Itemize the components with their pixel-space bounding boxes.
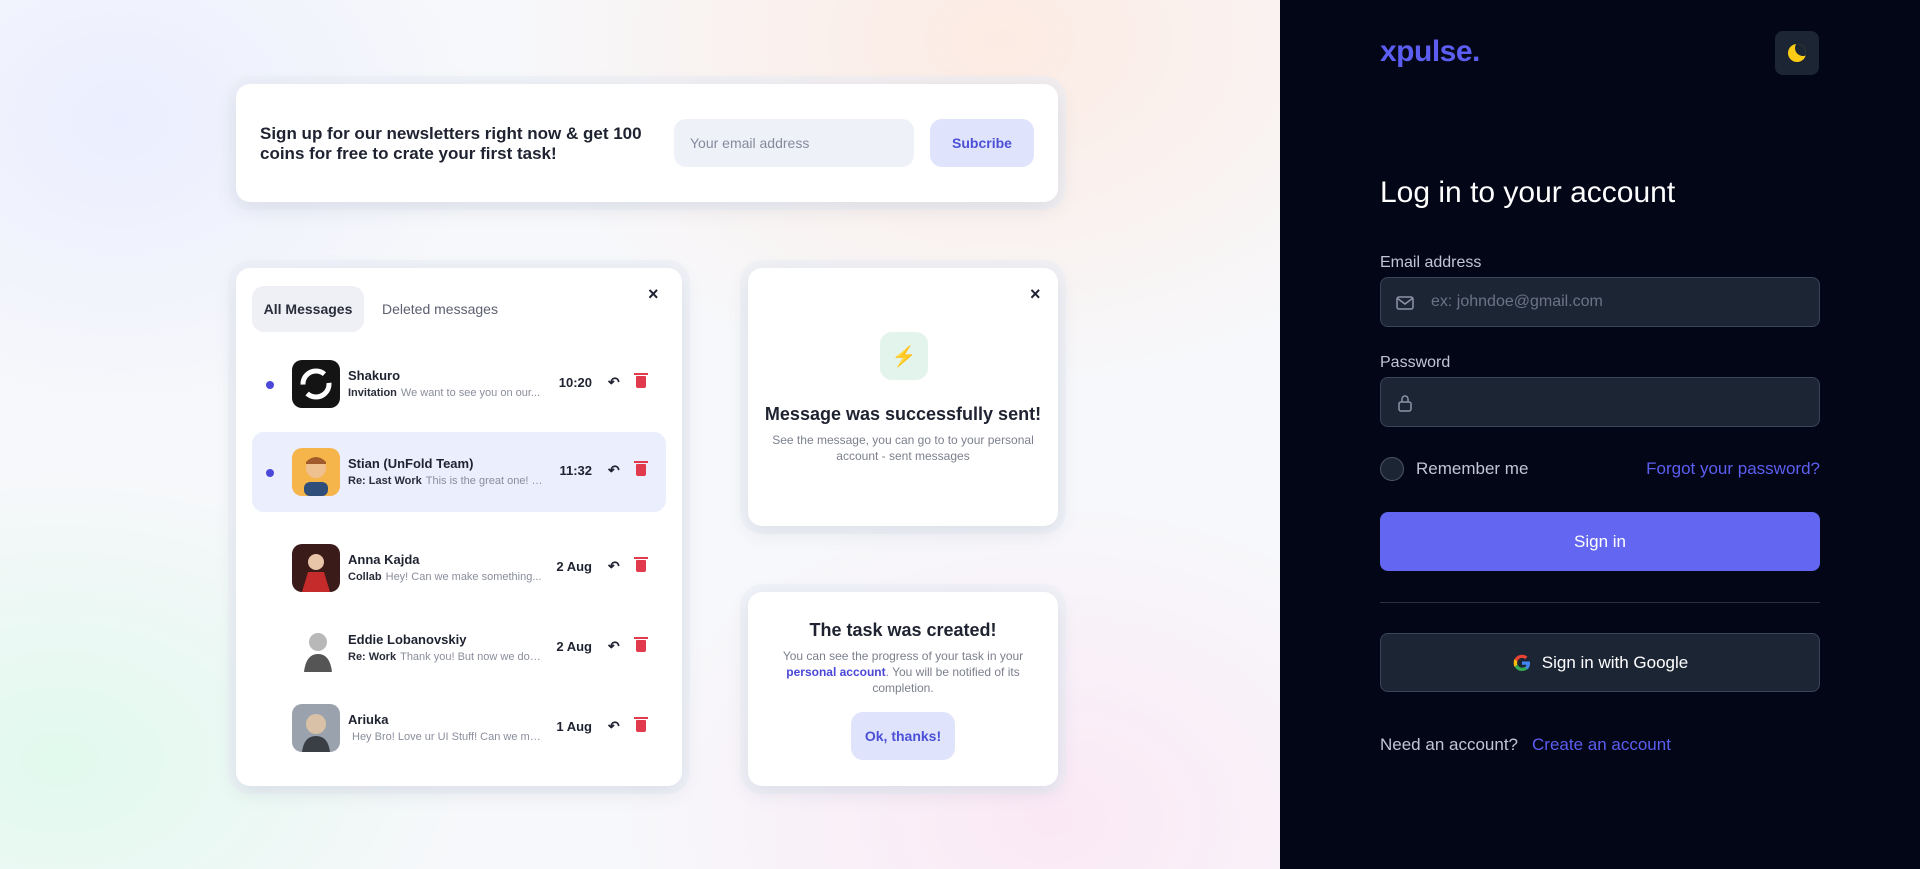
- password-label: Password: [1380, 354, 1451, 371]
- google-sign-in-label: Sign in with Google: [1541, 652, 1689, 672]
- close-icon[interactable]: ×: [648, 284, 659, 305]
- close-icon[interactable]: ×: [1030, 284, 1041, 305]
- message-row[interactable]: Ariuka Hey Bro! Love ur UI Stuff! Can we…: [252, 688, 666, 768]
- subscribe-button[interactable]: Subcribe: [930, 119, 1034, 167]
- page-title: Log in to your account: [1380, 176, 1676, 209]
- message-row[interactable]: Anna Kajda Collab Hey! Can we make someth…: [252, 528, 666, 608]
- message-time: 2 Aug: [556, 639, 592, 654]
- newsletter-text: Sign up for our newsletters right now & …: [260, 124, 642, 163]
- task-created-card: The task was created! You can see the pr…: [748, 592, 1058, 786]
- message-preview: Collab Hey! Can we make something...: [348, 571, 542, 583]
- sender-name: Stian (UnFold Team): [348, 456, 474, 471]
- message-preview: Re: Work Thank you! But now we don...: [348, 651, 544, 663]
- login-panel: xpulse. Log in to your account Email add…: [1280, 0, 1920, 869]
- trash-icon[interactable]: [634, 717, 648, 732]
- showcase-panel: Sign up for our newsletters right now & …: [0, 0, 1280, 869]
- theme-toggle-button[interactable]: [1775, 31, 1819, 75]
- remember-me-label[interactable]: Remember me: [1416, 459, 1528, 479]
- sender-name: Shakuro: [348, 368, 401, 383]
- message-time: 1 Aug: [556, 719, 592, 734]
- unread-dot: [266, 469, 274, 477]
- sender-name: Eddie Lobanovskiy: [348, 632, 467, 647]
- sender-name: Anna Kajda: [348, 552, 420, 567]
- message-preview: Hey Bro! Love ur UI Stuff! Can we mak...: [352, 731, 544, 743]
- ok-thanks-button[interactable]: Ok, thanks!: [851, 712, 955, 760]
- newsletter-card: Sign up for our newsletters right now & …: [236, 84, 1058, 202]
- forgot-password-link[interactable]: Forgot your password?: [1646, 459, 1820, 479]
- avatar: [292, 544, 340, 592]
- avatar: [292, 704, 340, 752]
- remember-me-checkbox[interactable]: [1380, 457, 1404, 481]
- tab-deleted-messages[interactable]: Deleted messages: [382, 286, 498, 332]
- moon-icon: [1788, 44, 1806, 62]
- trash-icon[interactable]: [634, 637, 648, 652]
- lock-icon: [1398, 395, 1412, 412]
- message-time: 2 Aug: [556, 559, 592, 574]
- brand-logo[interactable]: xpulse.: [1380, 35, 1480, 69]
- divider: [1380, 602, 1820, 603]
- create-account-link[interactable]: Create an account: [1532, 735, 1671, 755]
- message-preview: Invitation We want to see you on our...: [348, 387, 541, 399]
- trash-icon[interactable]: [634, 373, 648, 388]
- password-input[interactable]: [1431, 378, 1811, 426]
- reply-icon[interactable]: ↶: [608, 462, 620, 479]
- message-row[interactable]: Shakuro Invitation We want to see you on …: [252, 344, 666, 424]
- lightning-icon: ⚡: [880, 332, 928, 380]
- personal-account-link[interactable]: personal account: [786, 665, 885, 679]
- need-account-text: Need an account?: [1380, 735, 1518, 754]
- message-preview: Re: Last Work This is the great one! I lo…: [348, 475, 544, 487]
- password-field[interactable]: [1380, 377, 1820, 427]
- message-row[interactable]: Eddie Lobanovskiy Re: Work Thank you! But…: [252, 608, 666, 688]
- sent-subtitle: See the message, you can go to to your p…: [772, 433, 1034, 463]
- sign-in-button[interactable]: Sign in: [1380, 512, 1820, 571]
- reply-icon[interactable]: ↶: [608, 638, 620, 655]
- message-time: 11:32: [559, 463, 592, 478]
- avatar: [292, 360, 340, 408]
- email-input[interactable]: [1431, 278, 1811, 326]
- email-label: Email address: [1380, 254, 1482, 271]
- reply-icon[interactable]: ↶: [608, 718, 620, 735]
- unread-dot: [266, 381, 274, 389]
- avatar: [292, 624, 340, 672]
- tab-all-messages[interactable]: All Messages: [252, 286, 364, 332]
- message-sent-card: × ⚡ Message was successfully sent! See t…: [748, 268, 1058, 526]
- newsletter-email-input[interactable]: [674, 119, 914, 167]
- trash-icon[interactable]: [634, 557, 648, 572]
- email-field[interactable]: [1380, 277, 1820, 327]
- message-time: 10:20: [558, 375, 592, 390]
- reply-icon[interactable]: ↶: [608, 558, 620, 575]
- task-subtitle: You can see the progress of your task in…: [782, 649, 1024, 695]
- sender-name: Ariuka: [348, 712, 389, 727]
- google-sign-in-button[interactable]: Sign in with Google: [1380, 633, 1820, 692]
- message-row[interactable]: Stian (UnFold Team) Re: Last Work This is…: [252, 432, 666, 512]
- sent-title: Message was successfully sent!: [764, 404, 1042, 424]
- mail-icon: [1396, 296, 1414, 310]
- avatar: [292, 448, 340, 496]
- reply-icon[interactable]: ↶: [608, 374, 620, 391]
- task-title: The task was created!: [809, 620, 997, 640]
- messages-card: All Messages Deleted messages × Shakuro …: [236, 268, 682, 786]
- trash-icon[interactable]: [634, 461, 648, 476]
- google-icon: [1513, 654, 1530, 671]
